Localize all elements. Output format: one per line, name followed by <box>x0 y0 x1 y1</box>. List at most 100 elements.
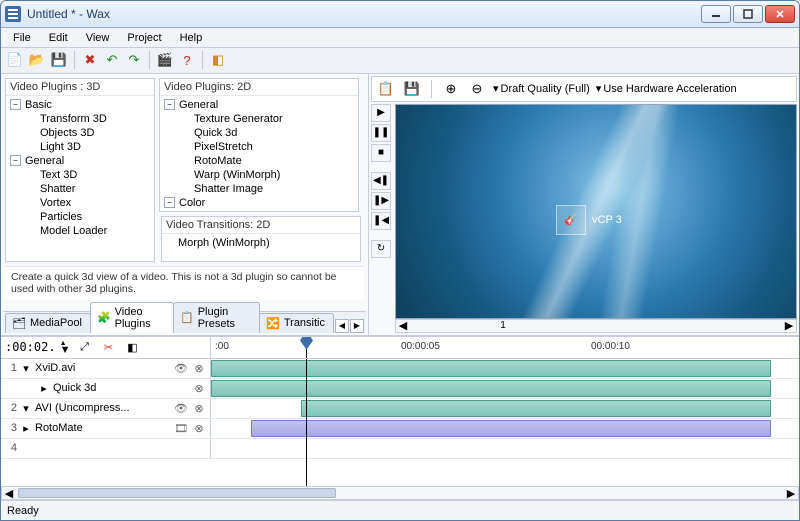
preview-item[interactable]: 🎸 vCP 3 <box>556 205 622 235</box>
render-icon[interactable]: 🎬 <box>155 50 175 70</box>
film-icon[interactable]: 🎞 <box>174 422 188 435</box>
timecode[interactable]: :00:02. <box>5 340 56 354</box>
tab-mediapool[interactable]: 🗂MediaPool <box>5 313 91 333</box>
plugins3d-tree: −Basic Transform 3D Objects 3D Light 3D … <box>6 96 154 240</box>
tab-scroll-left[interactable]: ◀ <box>335 319 349 333</box>
track-name[interactable]: RotoMate <box>35 422 170 434</box>
remove-icon[interactable]: ⊗ <box>192 382 206 395</box>
quality-dropdown[interactable]: ▾ Draft Quality (Full) <box>493 82 590 95</box>
plugin-chromakey[interactable]: Chroma Key <box>164 210 358 211</box>
plugin-rotomate[interactable]: RotoMate <box>164 154 358 168</box>
goto-start-button[interactable]: ❚◀ <box>371 212 391 230</box>
delete-icon[interactable]: ✖ <box>80 50 100 70</box>
playhead[interactable] <box>306 337 307 358</box>
pause-button[interactable]: ❚❚ <box>371 124 391 142</box>
tab-video-plugins[interactable]: 🧩Video Plugins <box>90 302 174 333</box>
clip[interactable] <box>211 360 771 377</box>
clip[interactable] <box>211 380 771 397</box>
wizard-icon[interactable]: ◧ <box>208 50 228 70</box>
next-frame-button[interactable]: ❚▶ <box>371 192 391 210</box>
open-icon[interactable]: 📂 <box>27 50 47 70</box>
redo-icon[interactable]: ↷ <box>124 50 144 70</box>
clip[interactable] <box>251 420 771 437</box>
remove-icon[interactable]: ⊗ <box>192 422 206 435</box>
tree-group-general3d[interactable]: −General <box>10 154 154 168</box>
zoom-in-icon[interactable]: ⊕ <box>441 79 461 99</box>
remove-icon[interactable]: ⊗ <box>192 402 206 415</box>
scroll-right-icon[interactable]: ▶ <box>784 487 798 500</box>
preview-nav[interactable]: ◀ 1 ▶ <box>395 319 797 333</box>
clip[interactable] <box>301 400 771 417</box>
track[interactable] <box>211 439 799 458</box>
stop-button[interactable]: ■ <box>371 144 391 162</box>
track[interactable] <box>211 419 799 438</box>
track-name[interactable]: AVI (Uncompress... <box>35 402 170 414</box>
minimize-button[interactable] <box>701 5 731 23</box>
expand-toggle[interactable]: ▸ <box>21 422 31 435</box>
scroll-left-icon[interactable]: ◀ <box>396 319 410 332</box>
preview-viewport[interactable]: 🎸 vCP 3 <box>395 104 797 319</box>
plugin-vortex[interactable]: Vortex <box>10 196 154 210</box>
copy-frame-icon[interactable]: 📋 <box>376 79 396 99</box>
plugin-text3d[interactable]: Text 3D <box>10 168 154 182</box>
plugin-pixelstretch[interactable]: PixelStretch <box>164 140 358 154</box>
save-icon[interactable]: 💾 <box>49 50 69 70</box>
expand-toggle[interactable]: ▾ <box>21 362 31 375</box>
expand-toggle[interactable]: ▸ <box>39 382 49 395</box>
scrollbar-thumb[interactable] <box>18 488 336 498</box>
new-icon[interactable]: 📄 <box>5 50 25 70</box>
remove-icon[interactable]: ⊗ <box>192 362 206 375</box>
cut-icon[interactable]: ✂ <box>98 337 118 357</box>
play-button[interactable]: ▶ <box>371 104 391 122</box>
tree-group-color[interactable]: −Color <box>164 196 358 210</box>
tab-scroll-right[interactable]: ▶ <box>350 319 364 333</box>
save-frame-icon[interactable]: 💾 <box>402 79 422 99</box>
help-icon[interactable]: ? <box>177 50 197 70</box>
plugin-light3d[interactable]: Light 3D <box>10 140 154 154</box>
plugin-shatter[interactable]: Shatter <box>10 182 154 196</box>
expand-toggle[interactable]: ▾ <box>21 402 31 415</box>
timeline-ruler[interactable]: :00 00:00:05 00:00:10 <box>211 337 799 359</box>
effect-name[interactable]: Quick 3d <box>53 382 170 394</box>
loop-button[interactable]: ↻ <box>371 240 391 258</box>
track[interactable] <box>211 359 799 378</box>
close-button[interactable] <box>765 5 795 23</box>
track-name[interactable]: XviD.avi <box>35 362 170 374</box>
plugin-shatterimage[interactable]: Shatter Image <box>164 182 358 196</box>
menu-view[interactable]: View <box>78 30 118 46</box>
menu-file[interactable]: File <box>5 30 39 46</box>
hw-accel-dropdown[interactable]: ▾ Use Hardware Acceleration <box>596 82 737 95</box>
plugin-warp[interactable]: Warp (WinMorph) <box>164 168 358 182</box>
menu-help[interactable]: Help <box>172 30 211 46</box>
plugin-texturegen[interactable]: Texture Generator <box>164 112 358 126</box>
undo-icon[interactable]: ↶ <box>102 50 122 70</box>
maximize-button[interactable] <box>733 5 763 23</box>
eye-icon[interactable]: 👁 <box>174 402 188 415</box>
scroll-left-icon[interactable]: ◀ <box>2 487 16 500</box>
titlebar[interactable]: Untitled * - Wax <box>1 1 799 28</box>
overlay-icon[interactable]: ◧ <box>122 337 142 357</box>
scroll-right-icon[interactable]: ▶ <box>782 319 796 332</box>
plugin-quick3d[interactable]: Quick 3d <box>164 126 358 140</box>
tree-group-basic[interactable]: −Basic <box>10 98 154 112</box>
plugin-objects3d[interactable]: Objects 3D <box>10 126 154 140</box>
menu-edit[interactable]: Edit <box>41 30 76 46</box>
timecode-spinner[interactable]: ▲▼ <box>60 341 71 353</box>
zoom-selection-icon[interactable]: ⤢ <box>74 337 94 357</box>
track[interactable] <box>211 399 799 418</box>
tree-group-general2d[interactable]: −General <box>164 98 358 112</box>
prev-frame-button[interactable]: ◀❚ <box>371 172 391 190</box>
preview-selector[interactable]: 1 <box>410 320 596 331</box>
menu-project[interactable]: Project <box>119 30 169 46</box>
tab-plugin-presets[interactable]: 📋Plugin Presets <box>173 302 260 333</box>
plugin-transform3d[interactable]: Transform 3D <box>10 112 154 126</box>
transition-morph[interactable]: Morph (WinMorph) <box>166 236 360 250</box>
zoom-out-icon[interactable]: ⊖ <box>467 79 487 99</box>
eye-icon[interactable]: 👁 <box>174 362 188 375</box>
plugin-modelloader[interactable]: Model Loader <box>10 224 154 238</box>
preview-pane: 📋 💾 ⊕ ⊖ ▾ Draft Quality (Full) ▾ Use Har… <box>369 74 799 335</box>
plugin-particles[interactable]: Particles <box>10 210 154 224</box>
tab-transitions[interactable]: 🔀Transitic <box>259 313 334 333</box>
track[interactable] <box>211 379 799 398</box>
timeline-hscroll[interactable]: ◀ ▶ <box>1 486 799 500</box>
